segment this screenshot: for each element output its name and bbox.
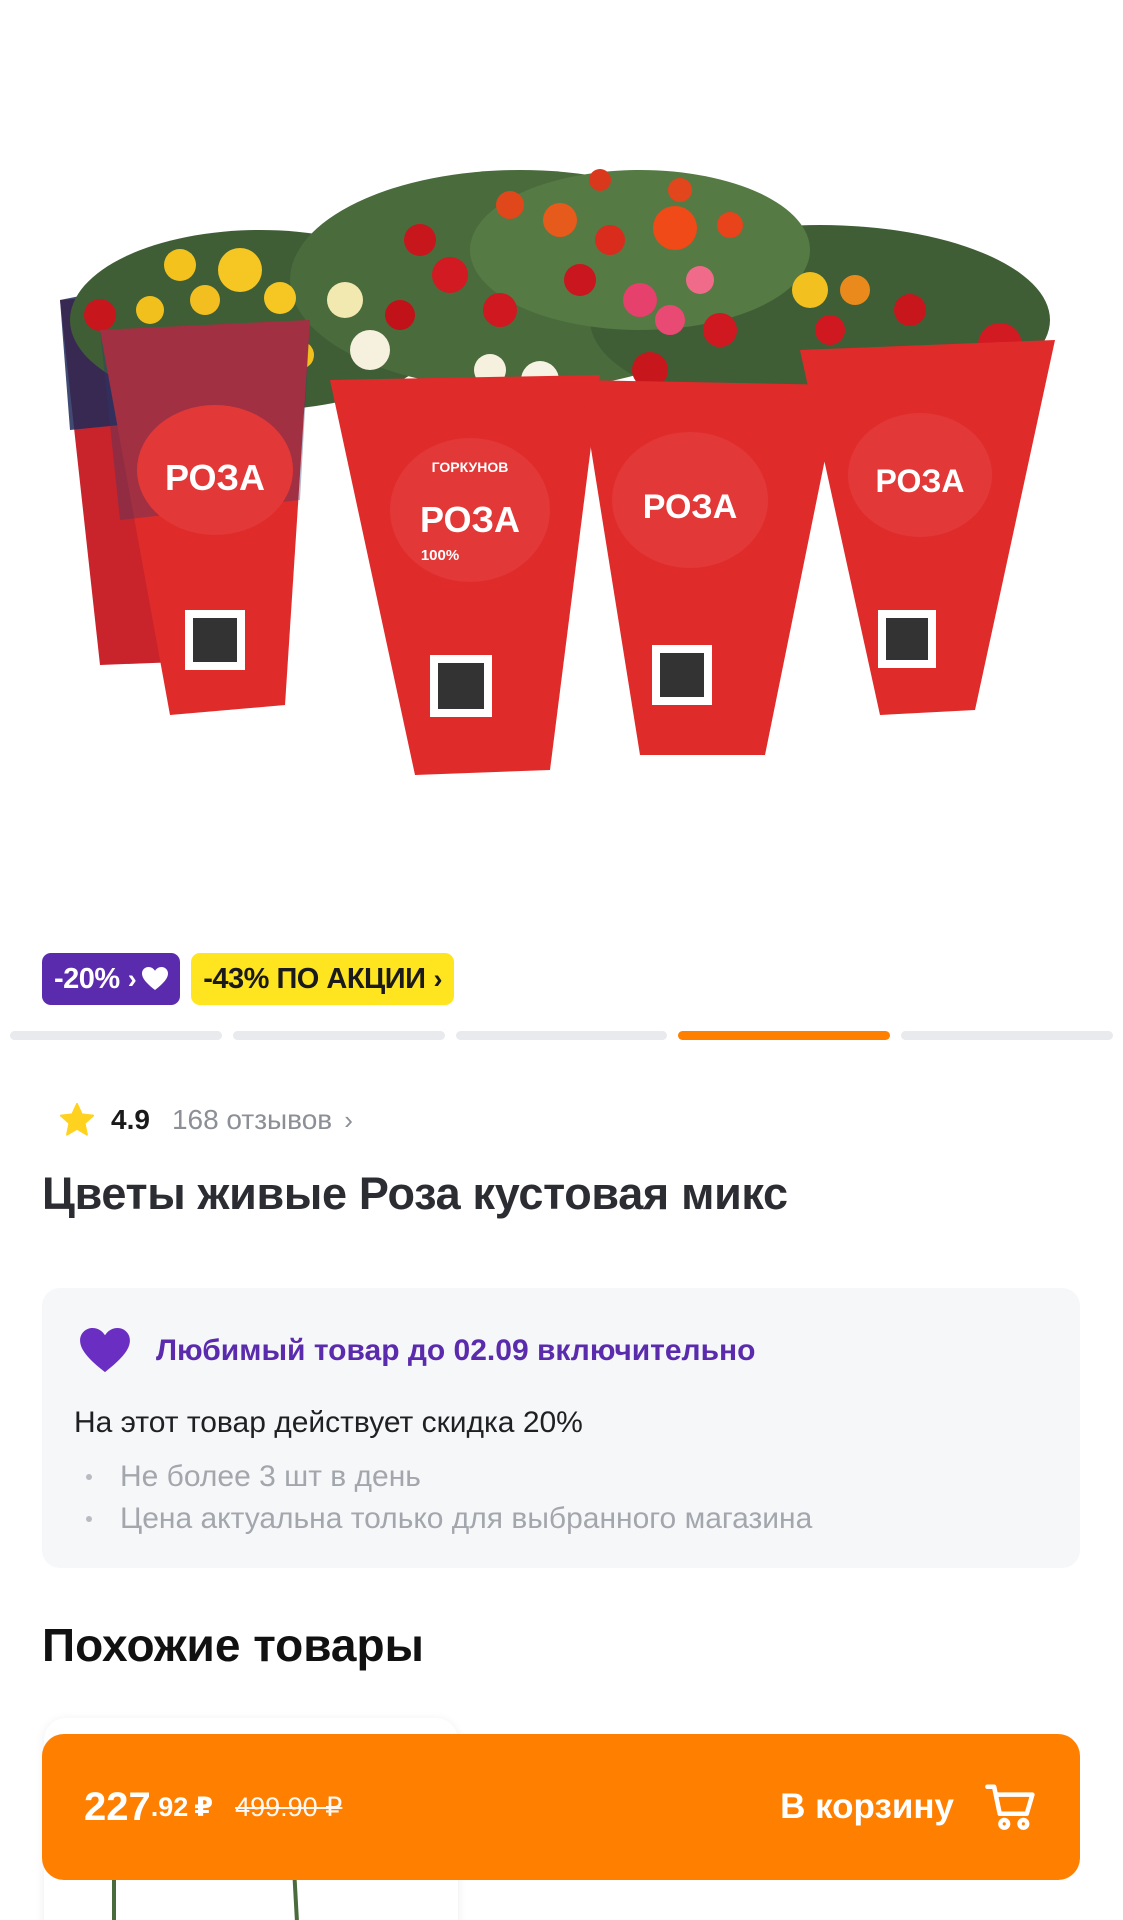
add-to-cart-label[interactable]: В корзину (780, 1787, 954, 1827)
rating-score: 4.9 (111, 1104, 150, 1135)
favorite-product-title: Любимый товар до 02.09 включительно (156, 1334, 756, 1367)
chevron-right-icon: › (433, 963, 442, 994)
favorite-product-header: Любимый товар до 02.09 включительно (80, 1328, 756, 1374)
bullet-icon (86, 1516, 92, 1522)
old-price: 499.90 ₽ (235, 1791, 343, 1822)
condition-item: Цена актуальна только для выбранного маг… (74, 1498, 812, 1540)
gallery-indicator-segment[interactable] (232, 1031, 445, 1040)
cart-icon[interactable] (984, 1780, 1038, 1834)
pot-label-left: РОЗА (165, 457, 265, 498)
bullet-icon (86, 1474, 92, 1480)
promo-action-label: -43% ПО АКЦИИ (203, 962, 426, 995)
pot-center-right: РОЗА (580, 380, 840, 755)
pot-right: РОЗА (800, 340, 1055, 715)
reviews-link[interactable]: 168 отзывов (172, 1104, 332, 1136)
discount-badge[interactable]: -20% › (42, 953, 181, 1005)
product-title: Цветы живые Роза кустовая микс (42, 1168, 788, 1219)
chevron-right-icon: › (344, 1104, 353, 1135)
pot-label-center-left: РОЗА (420, 499, 520, 540)
discount-badge-label: -20% (54, 962, 120, 995)
gallery-indicator-segment[interactable] (455, 1031, 668, 1040)
pot-brand-center: ГОРКУНОВ (432, 459, 509, 475)
rating-row[interactable]: 4.9 168 отзывов › (58, 1100, 353, 1140)
similar-products-title: Похожие товары (42, 1619, 424, 1671)
promo-action-badge[interactable]: -43% ПО АКЦИИ › (191, 953, 454, 1005)
pot-center-left: ГОРКУНОВ РОЗА 100% (330, 375, 600, 775)
chevron-right-icon: › (127, 963, 137, 994)
favorite-product-card: Любимый товар до 02.09 включительно На э… (42, 1288, 1080, 1568)
pot-label-center-right: РОЗА (643, 488, 738, 526)
pot-percent-center: 100% (421, 547, 459, 564)
condition-item: Не более 3 шт в день (74, 1456, 812, 1498)
price-integer: 227 (84, 1784, 151, 1829)
gallery-indicator-segment[interactable] (901, 1031, 1113, 1040)
product-page: РОЗА ГОРКУНОВ РОЗА 100% РОЗА РОЗА -20% ›… (0, 0, 1123, 1920)
condition-text: Не более 3 шт в день (120, 1460, 421, 1493)
heart-icon (142, 967, 169, 991)
price-fraction: .92 (150, 1791, 189, 1822)
pot-label-right: РОЗА (876, 463, 965, 499)
star-icon (58, 1101, 96, 1139)
condition-text: Цена актуальна только для выбранного маг… (120, 1502, 813, 1535)
favorite-product-conditions: Не более 3 шт в день Цена актуальна толь… (74, 1456, 812, 1540)
heart-icon (80, 1328, 130, 1374)
buy-bar[interactable]: 227 .92 ₽ 499.90 ₽ В корзину (42, 1734, 1080, 1880)
gallery-indicator-segment[interactable] (10, 1031, 222, 1040)
product-photo: РОЗА ГОРКУНОВ РОЗА 100% РОЗА РОЗА (60, 169, 1055, 775)
promo-badges: -20% › -43% ПО АКЦИИ › (42, 953, 454, 1005)
favorite-product-description: На этот товар действует скидка 20% (74, 1406, 583, 1439)
price-currency: ₽ (194, 1791, 214, 1822)
product-image-gallery[interactable]: РОЗА ГОРКУНОВ РОЗА 100% РОЗА РОЗА (0, 0, 1123, 940)
gallery-indicator-segment-active[interactable] (678, 1031, 891, 1040)
gallery-indicator (10, 1031, 1113, 1040)
